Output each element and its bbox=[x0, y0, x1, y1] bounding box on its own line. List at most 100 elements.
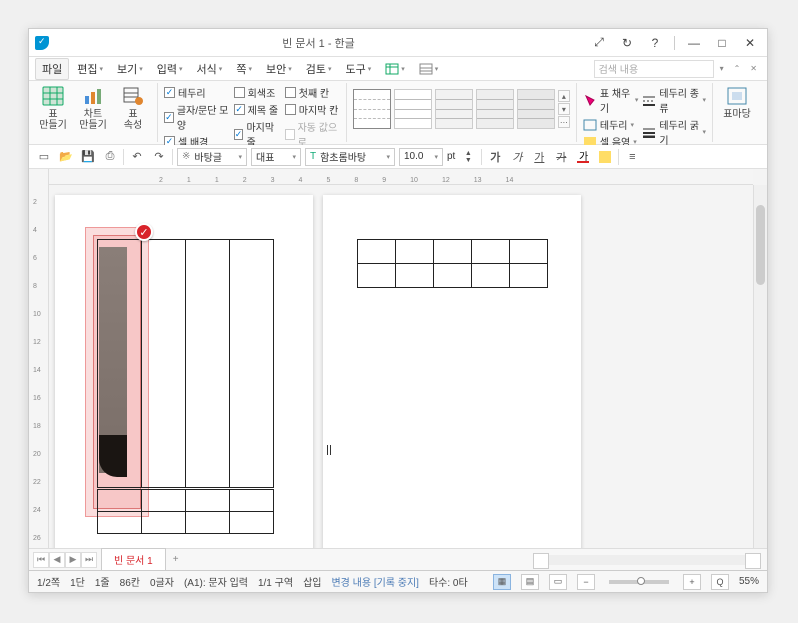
strike-button[interactable]: 가 bbox=[552, 148, 570, 166]
menu-context-2[interactable]: ▾ bbox=[413, 61, 445, 77]
check-titlerow[interactable]: ✓제목 줄 bbox=[234, 102, 281, 117]
zoom-knob[interactable] bbox=[637, 577, 645, 585]
zoom-slider[interactable] bbox=[609, 580, 669, 584]
checkmark-badge-icon: ✓ bbox=[135, 223, 153, 241]
view-mode-1-icon[interactable]: ▦ bbox=[493, 574, 511, 590]
ribbon-group-insert: 표 만들기 차트 만들기 표 속성 bbox=[35, 83, 158, 142]
status-track[interactable]: 변경 내용 [기록 중지] bbox=[331, 574, 419, 589]
page1-table-main[interactable] bbox=[97, 239, 274, 488]
maximize-button[interactable]: □ bbox=[711, 34, 733, 52]
reload-icon[interactable]: ↻ bbox=[616, 34, 638, 52]
minimize-button[interactable]: — bbox=[683, 34, 705, 52]
menu-security[interactable]: 보안▾ bbox=[260, 59, 298, 79]
opt-border-kind[interactable]: 테두리 종류▾ bbox=[642, 85, 706, 115]
size-combo[interactable]: 10.0▾ bbox=[399, 148, 443, 166]
ribbon-close-icon[interactable]: ✕ bbox=[746, 64, 761, 73]
table-properties-button[interactable]: 표 속성 bbox=[115, 83, 151, 131]
value: 10.0 bbox=[404, 151, 423, 162]
fontcolor-button[interactable]: 가 bbox=[574, 148, 592, 166]
underline-button[interactable]: 가 bbox=[530, 148, 548, 166]
view-mode-3-icon[interactable]: ▭ bbox=[549, 574, 567, 590]
menu-view[interactable]: 보기▾ bbox=[111, 59, 149, 79]
menu-file[interactable]: 파일 bbox=[35, 58, 69, 80]
status-mode: 삽입 bbox=[303, 574, 321, 589]
menu-context-1[interactable]: ▾ bbox=[379, 61, 411, 77]
highlight-button[interactable] bbox=[596, 148, 614, 166]
expand-icon[interactable]: ⤢ bbox=[588, 34, 610, 52]
size-up-icon[interactable]: ▲▼ bbox=[459, 148, 477, 166]
more-icon[interactable]: ≡ bbox=[623, 148, 641, 166]
table-style-4[interactable] bbox=[476, 89, 514, 129]
view-mode-2-icon[interactable]: ▤ bbox=[521, 574, 539, 590]
nav-last-icon[interactable]: ⏭ bbox=[81, 552, 97, 568]
page-2[interactable] bbox=[323, 195, 581, 548]
table-style-1[interactable] bbox=[353, 89, 391, 129]
help-icon[interactable]: ? bbox=[644, 34, 666, 52]
menu-tools[interactable]: 도구▾ bbox=[339, 59, 377, 79]
gallery-more-icon[interactable]: ⋯ bbox=[558, 116, 570, 128]
style-combo[interactable]: ※바탕글▾ bbox=[177, 148, 247, 166]
page1-table-footer[interactable] bbox=[97, 489, 274, 534]
page-1[interactable]: ✓ bbox=[55, 195, 313, 548]
table-style-2[interactable] bbox=[394, 89, 432, 129]
menu-label: 파일 bbox=[42, 61, 62, 77]
tick: 22 bbox=[33, 479, 41, 486]
opt-border-weight[interactable]: 테두리 굵기▾ bbox=[642, 117, 706, 147]
insert-chart-button[interactable]: 차트 만들기 bbox=[75, 83, 111, 131]
pages-viewport: ✓ bbox=[49, 189, 753, 548]
italic-button[interactable]: 가 bbox=[508, 148, 526, 166]
print-icon[interactable]: ⎙ bbox=[101, 148, 119, 166]
table-style-3[interactable] bbox=[435, 89, 473, 129]
tab-doc1[interactable]: 빈 문서 1 bbox=[101, 548, 166, 571]
zoom-out-button[interactable]: − bbox=[577, 574, 595, 590]
tab-add-button[interactable]: + bbox=[166, 554, 186, 565]
horizontal-scrollbar[interactable] bbox=[547, 555, 747, 565]
menu-page[interactable]: 쪽▾ bbox=[230, 59, 258, 79]
undo-icon[interactable]: ↶ bbox=[128, 148, 146, 166]
page2-table[interactable] bbox=[357, 239, 548, 288]
search-dropdown-icon[interactable]: ▾ bbox=[716, 64, 728, 73]
new-doc-icon[interactable]: ▭ bbox=[35, 148, 53, 166]
tick: 5 bbox=[326, 177, 330, 184]
font-combo[interactable]: T함초롬바탕▾ bbox=[305, 148, 395, 166]
format-toolbar: ▭ 📂 💾 ⎙ ↶ ↷ ※바탕글▾ 대표▾ T함초롬바탕▾ 10.0▾ pt ▲… bbox=[29, 145, 767, 169]
nav-next-icon[interactable]: ▶ bbox=[65, 552, 81, 568]
save-icon[interactable]: 💾 bbox=[79, 148, 97, 166]
insert-table-button[interactable]: 표 만들기 bbox=[35, 83, 71, 131]
nav-first-icon[interactable]: ⏮ bbox=[33, 552, 49, 568]
opt-fill[interactable]: 표 채우기▾ bbox=[583, 85, 639, 115]
check-grayscale[interactable]: 회색조 bbox=[234, 85, 281, 100]
menu-review[interactable]: 검토▾ bbox=[300, 59, 338, 79]
table-style-5[interactable] bbox=[517, 89, 555, 129]
ribbon-collapse-icon[interactable]: ⌃ bbox=[730, 64, 745, 73]
open-icon[interactable]: 📂 bbox=[57, 148, 75, 166]
menu-input[interactable]: 입력▾ bbox=[151, 59, 189, 79]
search-input[interactable]: 검색 내용 bbox=[594, 60, 714, 78]
scrollbar-thumb[interactable] bbox=[756, 205, 765, 285]
check-lastcol[interactable]: 마지막 칸 bbox=[285, 102, 340, 117]
check-charpara[interactable]: ✓글자/문단 모양 bbox=[164, 102, 230, 132]
zoom-fit-button[interactable]: Q bbox=[711, 574, 729, 590]
check-col-c: 첫째 칸 마지막 칸 자동 값으로 bbox=[285, 83, 340, 149]
redo-icon[interactable]: ↷ bbox=[150, 148, 168, 166]
canvas[interactable]: 2 1 1 2 3 4 5 8 9 10 12 13 14 bbox=[49, 169, 767, 548]
close-button[interactable]: ✕ bbox=[739, 34, 761, 52]
tick: 6 bbox=[33, 255, 37, 262]
check-border[interactable]: ✓테두리 bbox=[164, 85, 230, 100]
bold-button[interactable]: 가 bbox=[486, 148, 504, 166]
check-firstcol[interactable]: 첫째 칸 bbox=[285, 85, 340, 100]
gallery-up-icon[interactable]: ▴ bbox=[558, 90, 570, 102]
menu-format[interactable]: 서식▾ bbox=[191, 59, 229, 79]
menu-edit[interactable]: 편집▾ bbox=[71, 59, 109, 79]
table-margin-button[interactable]: 표마당 bbox=[719, 83, 755, 120]
tick: 24 bbox=[33, 507, 41, 514]
tick: 3 bbox=[271, 177, 275, 184]
nav-prev-icon[interactable]: ◀ bbox=[49, 552, 65, 568]
zoom-in-button[interactable]: + bbox=[683, 574, 701, 590]
gallery-down-icon[interactable]: ▾ bbox=[558, 103, 570, 115]
ribbon-group-gallery: ▴ ▾ ⋯ bbox=[353, 83, 577, 142]
vertical-scrollbar[interactable] bbox=[753, 185, 767, 548]
rep-combo[interactable]: 대표▾ bbox=[251, 148, 301, 166]
opt-border[interactable]: 테두리▾ bbox=[583, 117, 639, 132]
menu-label: 보기 bbox=[117, 61, 137, 77]
